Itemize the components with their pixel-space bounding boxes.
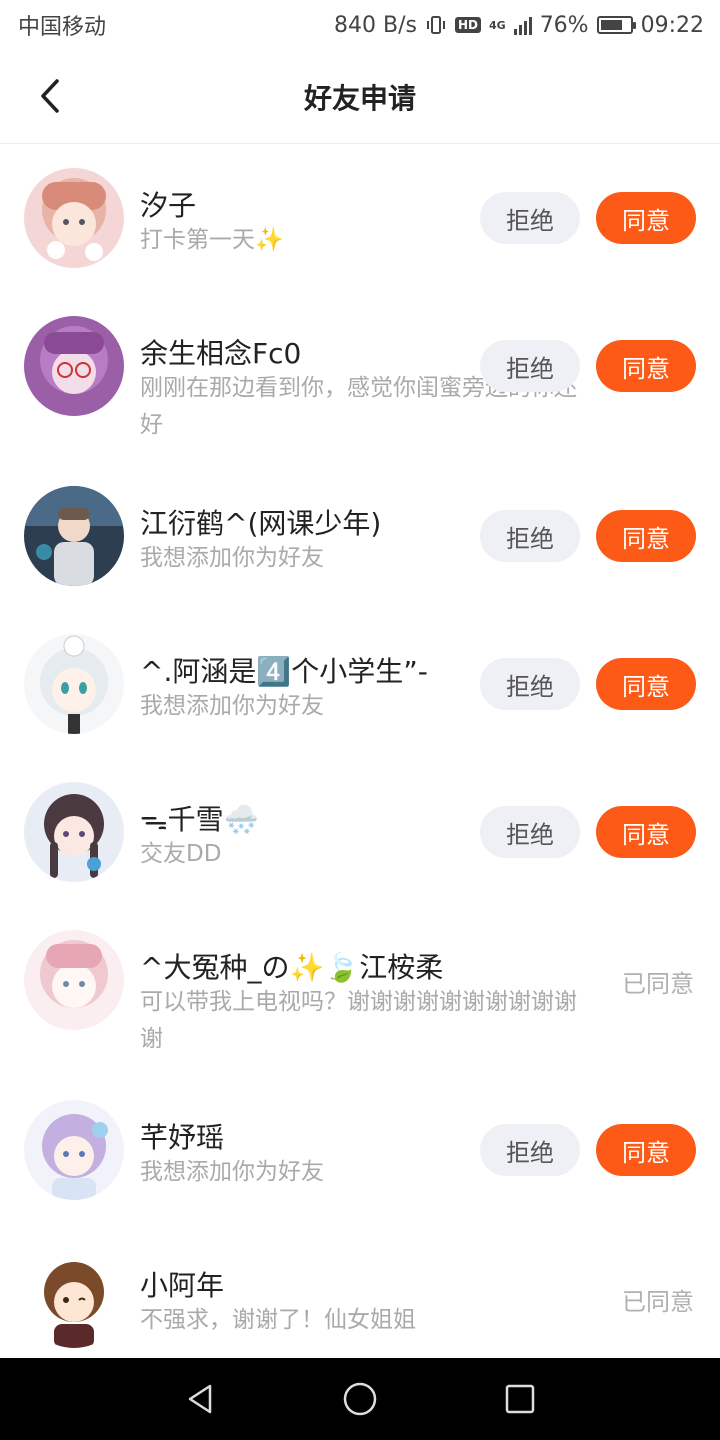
status-indicators: 840 B/s HD 4G 76% 09:22 <box>334 13 704 38</box>
avatar[interactable] <box>24 1100 124 1200</box>
friend-request-list: 汐子 打卡第一天✨ 拒绝 同意 余生相念Fc0 刚刚在那边看到你，感觉你闺蜜旁边… <box>0 144 720 1364</box>
clock: 09:22 <box>640 12 704 38</box>
agree-button[interactable]: 同意 <box>596 510 696 562</box>
list-item: 余生相念Fc0 刚刚在那边看到你，感觉你闺蜜旁边的你还好 拒绝 同意 <box>0 292 720 462</box>
nav-home-button[interactable] <box>330 1369 390 1429</box>
list-item: ^.阿涵是4️⃣个小学生”- 我想添加你为好友 拒绝 同意 <box>0 610 720 758</box>
reject-button[interactable]: 拒绝 <box>480 192 580 244</box>
battery-percent: 76% <box>539 12 589 38</box>
list-item: 汐子 打卡第一天✨ 拒绝 同意 <box>0 144 720 292</box>
reject-button[interactable]: 拒绝 <box>480 1124 580 1176</box>
avatar[interactable] <box>24 1248 124 1348</box>
list-item: 小阿年 不强求，谢谢了！仙女姐姐 已同意 <box>0 1224 720 1364</box>
avatar[interactable] <box>24 168 124 268</box>
requester-name: 芊妤瑶 <box>140 1121 225 1154</box>
square-recent-icon <box>505 1384 535 1414</box>
agreed-status: 已同意 <box>622 1288 694 1316</box>
avatar[interactable] <box>24 634 124 734</box>
list-item: 江衍鹤^(网课少年) 我想添加你为好友 拒绝 同意 <box>0 462 720 610</box>
agreed-status: 已同意 <box>622 970 694 998</box>
avatar[interactable] <box>24 782 124 882</box>
requester-name: 汐子 <box>140 189 197 222</box>
circle-home-icon <box>343 1382 377 1416</box>
list-item: 芊妤瑶 我想添加你为好友 拒绝 同意 <box>0 1076 720 1224</box>
agree-button[interactable]: 同意 <box>596 658 696 710</box>
list-item: ^大冤种_の✨🍃江桉柔 可以带我上电视吗？谢谢谢谢谢谢谢谢谢谢谢 已同意 <box>0 906 720 1076</box>
agree-button[interactable]: 同意 <box>596 340 696 392</box>
reject-button[interactable]: 拒绝 <box>480 510 580 562</box>
triangle-back-icon <box>188 1384 212 1414</box>
vibrate-icon <box>425 14 447 36</box>
nav-back-button[interactable] <box>170 1369 230 1429</box>
requester-name: 余生相念Fc0 <box>140 337 302 370</box>
list-item: ᯓ千雪🌨️ 交友DD 拒绝 同意 <box>0 758 720 906</box>
back-arrow-icon <box>41 79 59 113</box>
network-speed: 840 B/s <box>334 12 417 38</box>
nav-recent-button[interactable] <box>490 1369 550 1429</box>
agree-button[interactable]: 同意 <box>596 1124 696 1176</box>
request-message: 可以带我上电视吗？谢谢谢谢谢谢谢谢谢谢谢 <box>140 989 577 1052</box>
reject-button[interactable]: 拒绝 <box>480 340 580 392</box>
avatar[interactable] <box>24 316 124 416</box>
requester-name: ᯓ千雪🌨️ <box>140 803 259 836</box>
requester-name: 小阿年 <box>140 1269 225 1302</box>
battery-icon <box>596 16 636 34</box>
network-type: 4G <box>489 18 506 32</box>
requester-name: ^.阿涵是4️⃣个小学生”- <box>140 655 428 688</box>
back-button[interactable] <box>28 74 72 118</box>
requester-name: 江衍鹤^(网课少年) <box>140 507 382 540</box>
agree-button[interactable]: 同意 <box>596 806 696 858</box>
signal-icon <box>513 15 532 35</box>
battery-level <box>600 20 622 30</box>
carrier-label: 中国移动 <box>18 15 107 40</box>
avatar[interactable] <box>24 930 124 1030</box>
avatar[interactable] <box>24 486 124 586</box>
requester-name: ^大冤种_の✨🍃江桉柔 <box>140 951 444 984</box>
page-title: 好友申请 <box>303 81 416 115</box>
status-bar: 中国移动 840 B/s HD 4G 76% 09:22 <box>0 0 720 50</box>
reject-button[interactable]: 拒绝 <box>480 806 580 858</box>
hd-badge: HD <box>454 17 481 33</box>
system-nav-bar <box>0 1358 720 1440</box>
request-message: 不强求，谢谢了！仙女姐姐 <box>140 1307 416 1333</box>
agree-button[interactable]: 同意 <box>596 192 696 244</box>
header: 好友申请 <box>0 50 720 144</box>
reject-button[interactable]: 拒绝 <box>480 658 580 710</box>
